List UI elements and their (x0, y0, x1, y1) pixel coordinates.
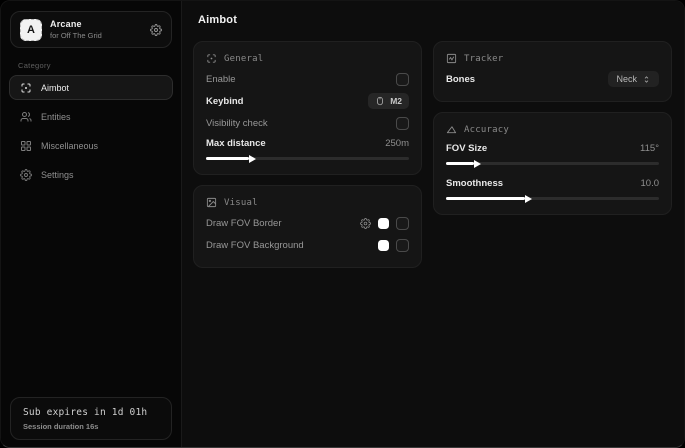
account-info: Arcane for Off The Grid (50, 19, 102, 40)
max-distance-label: Max distance (206, 138, 266, 149)
session-duration-text: Session duration 16s (23, 422, 159, 431)
bones-select[interactable]: Neck (608, 71, 659, 87)
general-panel: General Enable Keybind M2 (193, 41, 422, 175)
fov-border-controls (360, 217, 409, 230)
smoothness-label: Smoothness (446, 178, 503, 189)
crosshair-icon (20, 82, 32, 94)
sidebar-item-entities[interactable]: Entities (9, 104, 173, 129)
fov-size-row: FOV Size 115° (446, 139, 659, 157)
subscription-card: Sub expires in 1d 01h Session duration 1… (10, 397, 172, 440)
slider-fill[interactable] (206, 157, 249, 160)
users-icon (20, 111, 32, 123)
sidebar-item-aimbot[interactable]: Aimbot (9, 75, 173, 100)
sidebar-item-label: Settings (41, 170, 74, 180)
bones-row: Bones Neck (446, 68, 659, 90)
fov-background-controls (378, 239, 409, 252)
sidebar-item-label: Miscellaneous (41, 141, 98, 151)
fov-background-label: Draw FOV Background (206, 240, 304, 251)
fov-size-slider[interactable] (446, 159, 659, 168)
fov-border-row: Draw FOV Border (206, 212, 409, 234)
max-distance-row: Max distance 250m (206, 134, 409, 152)
main-content: Aimbot General Enable (182, 1, 684, 447)
sidebar-item-label: Aimbot (41, 83, 69, 93)
keybind-value: M2 (390, 96, 402, 106)
fov-background-row: Draw FOV Background (206, 234, 409, 256)
app-name: Arcane (50, 19, 102, 29)
right-column: Tracker Bones Neck (433, 41, 672, 268)
app-window: A Arcane for Off The Grid Category Aimbo… (0, 0, 685, 448)
visibility-check-row: Visibility check (206, 112, 409, 134)
visibility-check-label: Visibility check (206, 118, 268, 129)
fov-background-checkbox[interactable] (396, 239, 409, 252)
grid-icon (20, 140, 32, 152)
fov-border-label: Draw FOV Border (206, 218, 282, 229)
smoothness-value: 10.0 (641, 178, 660, 189)
keybind-label: Keybind (206, 96, 243, 107)
visual-panel: Visual Draw FOV Border Draw (193, 185, 422, 268)
gear-icon[interactable] (150, 24, 162, 36)
slider-fill[interactable] (446, 162, 474, 165)
tracker-panel: Tracker Bones Neck (433, 41, 672, 102)
smoothness-row: Smoothness 10.0 (446, 174, 659, 192)
fov-background-color-swatch[interactable] (378, 240, 389, 251)
enable-label: Enable (206, 74, 236, 85)
accuracy-panel-header: Accuracy (446, 124, 659, 135)
visibility-check-checkbox[interactable] (396, 117, 409, 130)
max-distance-slider[interactable] (206, 154, 409, 163)
account-card: A Arcane for Off The Grid (10, 11, 172, 48)
crosshair-icon (206, 53, 217, 64)
app-logo: A (20, 19, 42, 41)
panel-columns: General Enable Keybind M2 (193, 41, 672, 268)
fov-size-value: 115° (640, 143, 659, 154)
fov-border-color-swatch[interactable] (378, 218, 389, 229)
sidebar-item-miscellaneous[interactable]: Miscellaneous (9, 133, 173, 158)
sidebar-item-settings[interactable]: Settings (9, 162, 173, 187)
smoothness-slider[interactable] (446, 194, 659, 203)
keybind-row: Keybind M2 (206, 90, 409, 112)
fov-border-checkbox[interactable] (396, 217, 409, 230)
max-distance-value: 250m (385, 138, 409, 149)
panel-title-label: Visual (224, 198, 258, 208)
general-panel-header: General (206, 53, 409, 64)
fov-size-label: FOV Size (446, 143, 487, 154)
enable-row: Enable (206, 68, 409, 90)
accuracy-panel: Accuracy FOV Size 115° Smoothness 10.0 (433, 112, 672, 215)
gear-icon[interactable] (360, 218, 371, 229)
visual-panel-header: Visual (206, 197, 409, 208)
image-icon (206, 197, 217, 208)
keybind-button[interactable]: M2 (368, 93, 409, 109)
activity-icon (446, 53, 457, 64)
panel-title-label: Accuracy (464, 125, 509, 135)
sidebar: A Arcane for Off The Grid Category Aimbo… (1, 1, 182, 447)
bones-label: Bones (446, 74, 475, 85)
sidebar-nav: Aimbot Entities Miscellaneous Settings (9, 75, 173, 187)
enable-checkbox[interactable] (396, 73, 409, 86)
left-column: General Enable Keybind M2 (193, 41, 422, 268)
slider-fill[interactable] (446, 197, 525, 200)
category-label: Category (18, 61, 181, 70)
gear-icon (20, 169, 32, 181)
sub-expires-text: Sub expires in 1d 01h (23, 407, 159, 418)
tracker-panel-header: Tracker (446, 53, 659, 64)
mouse-icon (375, 96, 385, 106)
panel-title-label: General (224, 54, 263, 64)
triangle-icon (446, 124, 457, 135)
app-subtitle: for Off The Grid (50, 31, 102, 40)
bones-value: Neck (616, 74, 637, 84)
chevron-up-down-icon (642, 75, 651, 84)
panel-title-label: Tracker (464, 54, 503, 64)
page-title: Aimbot (198, 14, 237, 26)
sidebar-item-label: Entities (41, 112, 71, 122)
